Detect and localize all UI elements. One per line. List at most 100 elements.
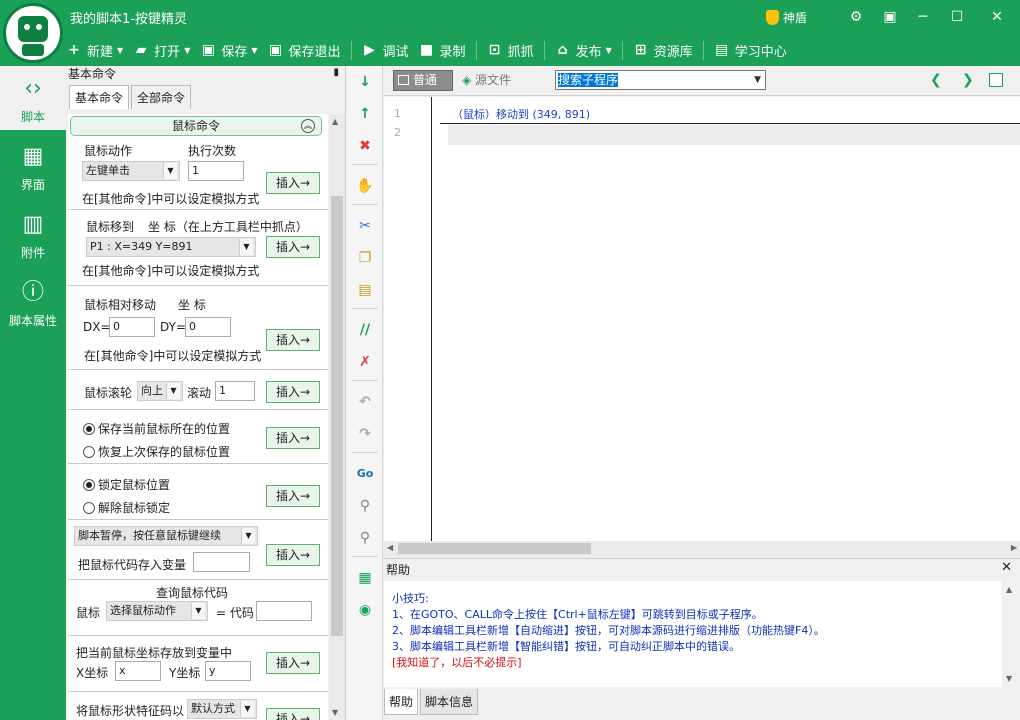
mode-normal-button[interactable]: 普通 bbox=[393, 70, 453, 91]
tab-all-commands[interactable]: 全部命令 bbox=[131, 85, 192, 109]
find-icon[interactable]: ⚲ bbox=[355, 496, 375, 516]
insert-button[interactable]: 插入→ bbox=[266, 172, 320, 194]
pin-icon[interactable]: ▮ bbox=[333, 67, 339, 78]
pause-select[interactable]: 脚本暂停，按任意鼠标键继续 ▼ bbox=[74, 526, 258, 546]
mouse-commands-header[interactable]: 鼠标命令 ︽ bbox=[70, 116, 322, 136]
y-coord-input[interactable]: y bbox=[205, 661, 251, 681]
insert-button[interactable]: 插入→ bbox=[266, 427, 320, 449]
move-down-icon[interactable]: ↓ bbox=[355, 72, 375, 92]
shape-mode-select[interactable]: 默认方式 ▼ bbox=[187, 699, 257, 719]
toolbar-plus-button[interactable]: + 新建 ▼ bbox=[66, 41, 123, 60]
collapse-icon[interactable]: ︽ bbox=[301, 119, 315, 133]
unlock-mouse-radio[interactable]: 解除鼠标锁定 bbox=[83, 499, 170, 516]
cut-icon[interactable]: ✂ bbox=[355, 216, 375, 236]
x-coord-input[interactable]: x bbox=[115, 661, 161, 681]
maximize-icon[interactable]: ☐ bbox=[944, 6, 970, 28]
goto-icon[interactable]: Go bbox=[355, 464, 375, 484]
scroll-up-icon[interactable]: ▲ bbox=[1006, 585, 1012, 594]
query-code-input[interactable] bbox=[256, 601, 312, 621]
scroll-thumb[interactable] bbox=[331, 196, 343, 636]
toolbar-save-exit-button[interactable]: ▣ 保存退出 bbox=[268, 40, 352, 60]
code-line[interactable]: （鼠标）移动到 (349, 891) bbox=[452, 106, 590, 122]
nav-back-icon[interactable]: ❮ bbox=[930, 72, 942, 88]
tab-help[interactable]: 帮助 bbox=[384, 689, 419, 715]
mouse-action-select[interactable]: 左键单击 ▼ bbox=[82, 161, 180, 181]
scroll-down-icon[interactable]: ▼ bbox=[332, 708, 338, 717]
toolbar-resource-button[interactable]: ⊞ 资源库 bbox=[633, 40, 704, 60]
dismiss-tips-link[interactable]: [我知道了，以后不必提示] bbox=[392, 655, 1002, 671]
insert-button[interactable]: 插入→ bbox=[266, 708, 320, 720]
toolbar-camera-button[interactable]: ■ 录制 bbox=[419, 40, 477, 60]
point-select[interactable]: P1 : X=349 Y=891 ▼ bbox=[86, 237, 256, 257]
minimize-icon[interactable]: ─ bbox=[910, 6, 936, 28]
scroll-down-icon[interactable]: ▼ bbox=[1006, 674, 1012, 683]
toolbar-save-button[interactable]: ▣ 保存 ▼ bbox=[200, 41, 258, 60]
section-header-label: 鼠标命令 bbox=[171, 119, 220, 133]
scroll-up-icon[interactable]: ▲ bbox=[332, 117, 338, 126]
scroll-left-icon[interactable]: ◀ bbox=[387, 543, 393, 552]
move-up-icon[interactable]: ↑ bbox=[355, 104, 375, 124]
script-editor[interactable]: 1 2 （鼠标）移动到 (349, 891) bbox=[384, 97, 1020, 541]
restore-position-radio[interactable]: 恢复上次保存的鼠标位置 bbox=[83, 443, 230, 460]
dy-input[interactable]: 0 bbox=[185, 317, 231, 337]
scroll-amount-input[interactable]: 1 bbox=[215, 381, 255, 401]
form-icon[interactable]: ▦ bbox=[355, 568, 375, 588]
hscroll-thumb[interactable] bbox=[398, 543, 591, 554]
chevron-down-icon[interactable]: ▼ bbox=[184, 46, 190, 55]
undo-icon[interactable]: ↶ bbox=[355, 392, 375, 412]
insert-button[interactable]: 插入→ bbox=[266, 236, 320, 258]
lock-mouse-radio[interactable]: 锁定鼠标位置 bbox=[83, 476, 170, 493]
subroutine-search-select[interactable]: 搜索子程序 ▼ bbox=[555, 70, 766, 90]
scroll-right-icon[interactable]: ▶ bbox=[1011, 543, 1017, 552]
nav-forward-icon[interactable]: ❯ bbox=[962, 72, 974, 88]
command-list: 鼠标命令 ︽ 鼠标动作 执行次数 左键单击 ▼ 1 插入→ 在[其他命令]中可以设定… bbox=[68, 114, 328, 720]
tab-script-info[interactable]: 脚本信息 bbox=[420, 689, 479, 715]
replace-icon[interactable]: ⚲ bbox=[355, 528, 375, 548]
chevron-down-icon[interactable]: ▼ bbox=[606, 46, 612, 55]
dx-input[interactable]: 0 bbox=[109, 317, 155, 337]
preview-icon[interactable]: ◉ bbox=[355, 600, 375, 620]
toolbar-publish-button[interactable]: ⌂ 发布 ▼ bbox=[555, 40, 623, 60]
panel-scrollbar[interactable]: ▲ ▼ bbox=[329, 114, 345, 720]
exec-count-input[interactable]: 1 bbox=[188, 161, 244, 181]
insert-button[interactable]: 插入→ bbox=[266, 381, 320, 403]
chevron-down-icon[interactable]: ▼ bbox=[117, 46, 123, 55]
editor-hscrollbar[interactable]: ◀ ▶ bbox=[384, 541, 1020, 556]
settings-icon[interactable]: ⚙ bbox=[843, 6, 869, 28]
copy-icon[interactable]: ❐ bbox=[355, 248, 375, 268]
delete-icon[interactable]: ✖ bbox=[355, 136, 375, 156]
chevron-down-icon[interactable]: ▼ bbox=[251, 46, 257, 55]
shield-button[interactable]: 神盾 bbox=[766, 9, 807, 26]
dropdown-menu-icon[interactable]: ▣ bbox=[877, 6, 903, 28]
mode-source-button[interactable]: ◈ 源文件 bbox=[462, 70, 524, 91]
nav-item-info[interactable]: ⓘ 脚本属性 bbox=[0, 270, 66, 334]
wheel-direction-select[interactable]: 向上 ▼ bbox=[137, 381, 183, 401]
insert-button[interactable]: 插入→ bbox=[266, 544, 320, 566]
nav-item-script[interactable]: ‹› 脚本 bbox=[0, 66, 66, 130]
paste-icon[interactable]: ▤ bbox=[355, 280, 375, 300]
uncomment-icon[interactable]: ✗ bbox=[355, 352, 375, 372]
query-action-select[interactable]: 选择鼠标动作 ▼ bbox=[106, 601, 208, 621]
hand-icon[interactable]: ✋ bbox=[355, 176, 375, 196]
toolbar-learn-button[interactable]: ▤ 学习中心 bbox=[714, 41, 787, 60]
nav-item-interface[interactable]: ▦ 界面 bbox=[0, 134, 66, 198]
toolbar-capture-button[interactable]: ⊡ 抓抓 bbox=[487, 40, 545, 60]
layout-grid-icon[interactable] bbox=[989, 73, 1003, 87]
insert-button[interactable]: 插入→ bbox=[266, 485, 320, 507]
tab-basic-commands[interactable]: 基本命令 bbox=[69, 85, 130, 109]
lock-section: 锁定鼠标位置 解除鼠标锁定 插入→ bbox=[68, 464, 328, 520]
save-position-radio[interactable]: 保存当前鼠标所在的位置 bbox=[83, 420, 230, 437]
close-icon[interactable]: ✕ bbox=[984, 6, 1010, 28]
mouse-move-label: 鼠标移到 bbox=[86, 220, 135, 234]
redo-icon[interactable]: ↷ bbox=[355, 424, 375, 444]
insert-button[interactable]: 插入→ bbox=[266, 329, 320, 351]
toolbar-play-button[interactable]: ▶ 调试 bbox=[362, 41, 408, 60]
close-icon[interactable]: ✕ bbox=[1001, 560, 1012, 575]
learn-icon: ▤ bbox=[715, 42, 729, 58]
store-code-input[interactable] bbox=[193, 552, 250, 572]
toolbar-folder-button[interactable]: ▰ 打开 ▼ bbox=[133, 41, 191, 60]
comment-icon[interactable]: // bbox=[355, 320, 375, 340]
insert-button[interactable]: 插入→ bbox=[266, 652, 320, 674]
help-scrollbar[interactable]: ▲ ▼ bbox=[1002, 581, 1020, 687]
nav-item-attachment[interactable]: ▥ 附件 bbox=[0, 202, 66, 266]
